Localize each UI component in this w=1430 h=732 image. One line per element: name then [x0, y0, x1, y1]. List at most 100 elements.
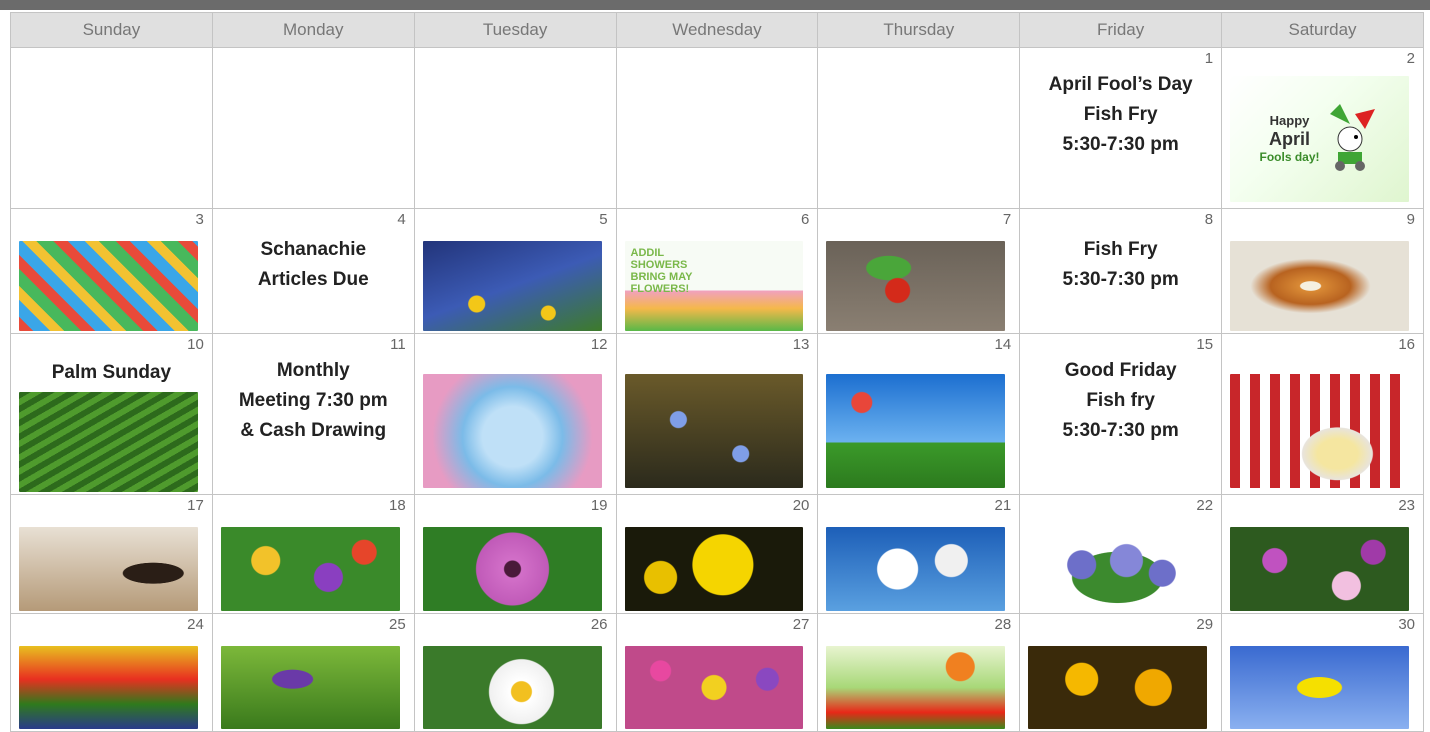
empty-day-cell — [211, 46, 415, 210]
day-cell-1[interactable]: 1 April Fool’s Day Fish Fry 5:30-7:30 pm — [1019, 46, 1223, 210]
week-row: 10 Palm Sunday 11 Monthly Meeting 7:30 p… — [10, 333, 1424, 496]
day-cell-16[interactable]: 16 — [1221, 333, 1424, 496]
fried-fish-image — [1230, 241, 1409, 332]
april-fools-logo: Happy April Fools day! — [1230, 76, 1409, 202]
day-number: 17 — [187, 497, 204, 515]
cherry-blossom-sky-image — [422, 374, 602, 489]
day-number: 6 — [801, 211, 810, 229]
day-number: 30 — [1398, 615, 1415, 633]
event-line: Good Friday — [1064, 360, 1177, 382]
day-number: 21 — [994, 497, 1012, 515]
day-number: 22 — [1196, 497, 1214, 515]
week-row: 24 25 26 27 28 29 30 — [10, 612, 1424, 732]
pink-daisy-image — [422, 527, 602, 611]
snoopy-jester-icon — [1329, 104, 1375, 171]
day-cell-4[interactable]: 4 Schanachie Articles Due — [211, 208, 415, 335]
weekday-friday: Friday — [1019, 12, 1223, 48]
event-line: 5:30-7:30 pm — [1062, 269, 1179, 291]
event-good-friday[interactable]: Good Friday Fish fry 5:30-7:30 pm — [1026, 356, 1215, 446]
day-cell-22[interactable]: 22 — [1019, 494, 1223, 614]
day-cell-18[interactable]: 18 — [211, 494, 415, 614]
day-cell-9[interactable]: 9 — [1221, 208, 1424, 335]
easter-tomb-image — [19, 527, 198, 611]
day-cell-28[interactable]: 28 — [817, 612, 1021, 732]
event-line: Monthly — [276, 360, 350, 382]
event-line: Fish Fry — [1083, 239, 1158, 261]
day-cell-25[interactable]: 25 — [211, 612, 415, 732]
yellow-tulips-image — [1230, 645, 1409, 729]
day-cell-6[interactable]: 6 ADDIL SHOWERS BRING MAY FLOWERS! — [615, 208, 819, 335]
day-cell-21[interactable]: 21 — [817, 494, 1021, 614]
day-number: 5 — [599, 211, 608, 229]
day-cell-2[interactable]: 2 Happy April Fools day! — [1221, 46, 1424, 210]
weekday-header-row: Sunday Monday Tuesday Wednesday Thursday… — [10, 12, 1424, 48]
day-number: 16 — [1398, 336, 1415, 354]
day-number: 29 — [1196, 615, 1214, 633]
day-cell-13[interactable]: 13 — [615, 333, 819, 496]
empty-day-cell — [413, 46, 617, 210]
daffodils-image — [624, 527, 804, 611]
day-cell-20[interactable]: 20 — [615, 494, 819, 614]
day-number: 14 — [994, 336, 1012, 354]
day-cell-26[interactable]: 26 — [413, 612, 617, 732]
event-line: 5:30-7:30 pm — [1062, 134, 1179, 155]
fish-dinner-image — [1230, 374, 1409, 489]
day-cell-14[interactable]: 14 — [817, 333, 1021, 496]
day-number: 20 — [792, 497, 810, 515]
event-palm-sunday[interactable]: Palm Sunday — [11, 362, 211, 384]
umbrellas-sky-image — [826, 374, 1006, 489]
day-cell-10[interactable]: 10 Palm Sunday — [10, 333, 213, 496]
day-number: 27 — [792, 615, 810, 633]
april-fools-image: Happy April Fools day! — [1230, 76, 1409, 203]
day-cell-12[interactable]: 12 — [413, 333, 617, 496]
cardinal-umbrella-image — [826, 241, 1006, 332]
day-number: 19 — [590, 497, 608, 515]
event-line: & Cash Drawing — [240, 420, 387, 442]
day-cell-30[interactable]: 30 — [1221, 612, 1424, 732]
event-articles-due[interactable]: Schanachie Articles Due — [219, 235, 408, 295]
event-line: Fish Fry — [1083, 104, 1158, 125]
day-cell-5[interactable]: 5 — [413, 208, 617, 335]
top-bar — [0, 0, 1430, 10]
event-monthly-meeting[interactable]: Monthly Meeting 7:30 pm & Cash Drawing — [219, 356, 408, 446]
red-tulips-image — [826, 645, 1006, 729]
day-number: 1 — [1204, 50, 1214, 67]
day-cell-17[interactable]: 17 — [10, 494, 213, 614]
day-number: 4 — [397, 211, 406, 229]
week-row: 1 April Fool’s Day Fish Fry 5:30-7:30 pm… — [10, 46, 1424, 210]
day-cell-27[interactable]: 27 — [615, 612, 819, 732]
day-cell-19[interactable]: 19 — [413, 494, 617, 614]
white-daisies-image — [422, 645, 602, 729]
day-cell-24[interactable]: 24 — [10, 612, 213, 732]
day-cell-23[interactable]: 23 — [1221, 494, 1424, 614]
event-fish-fry[interactable]: Fish Fry 5:30-7:30 pm — [1026, 235, 1215, 295]
day-cell-8[interactable]: 8 Fish Fry 5:30-7:30 pm — [1019, 208, 1223, 335]
day-cell-11[interactable]: 11 Monthly Meeting 7:30 pm & Cash Drawin… — [211, 333, 415, 496]
day-cell-3[interactable]: 3 — [10, 208, 213, 335]
event-april-fools[interactable]: April Fool’s Day Fish Fry 5:30-7:30 pm — [1026, 70, 1215, 160]
empty-day-cell — [817, 46, 1021, 210]
weekday-sunday: Sunday — [10, 12, 213, 48]
weekday-tuesday: Tuesday — [413, 12, 617, 48]
day-number: 26 — [590, 615, 608, 633]
day-cell-7[interactable]: 7 — [817, 208, 1021, 335]
day-number: 13 — [792, 336, 810, 354]
event-line: Schanachie — [260, 239, 367, 261]
weekday-saturday: Saturday — [1221, 12, 1424, 48]
crocus-image — [220, 645, 400, 729]
day-number: 24 — [187, 615, 204, 633]
bouquet-image — [220, 527, 400, 611]
wildflowers-image — [624, 645, 804, 729]
day-cell-29[interactable]: 29 — [1019, 612, 1223, 732]
april-showers-sign: ADDIL SHOWERS BRING MAY FLOWERS! — [630, 247, 693, 296]
weekday-monday: Monday — [211, 12, 415, 48]
blue-flowers-rain-image — [624, 374, 804, 489]
yellow-crocus-image — [1028, 645, 1208, 729]
day-number: 3 — [195, 211, 204, 229]
day-number: 12 — [590, 336, 608, 354]
weekday-wednesday: Wednesday — [615, 12, 819, 48]
day-number: 23 — [1398, 497, 1415, 515]
day-cell-15[interactable]: 15 Good Friday Fish fry 5:30-7:30 pm — [1019, 333, 1223, 496]
day-number: 7 — [1002, 211, 1012, 229]
weekday-thursday: Thursday — [817, 12, 1021, 48]
